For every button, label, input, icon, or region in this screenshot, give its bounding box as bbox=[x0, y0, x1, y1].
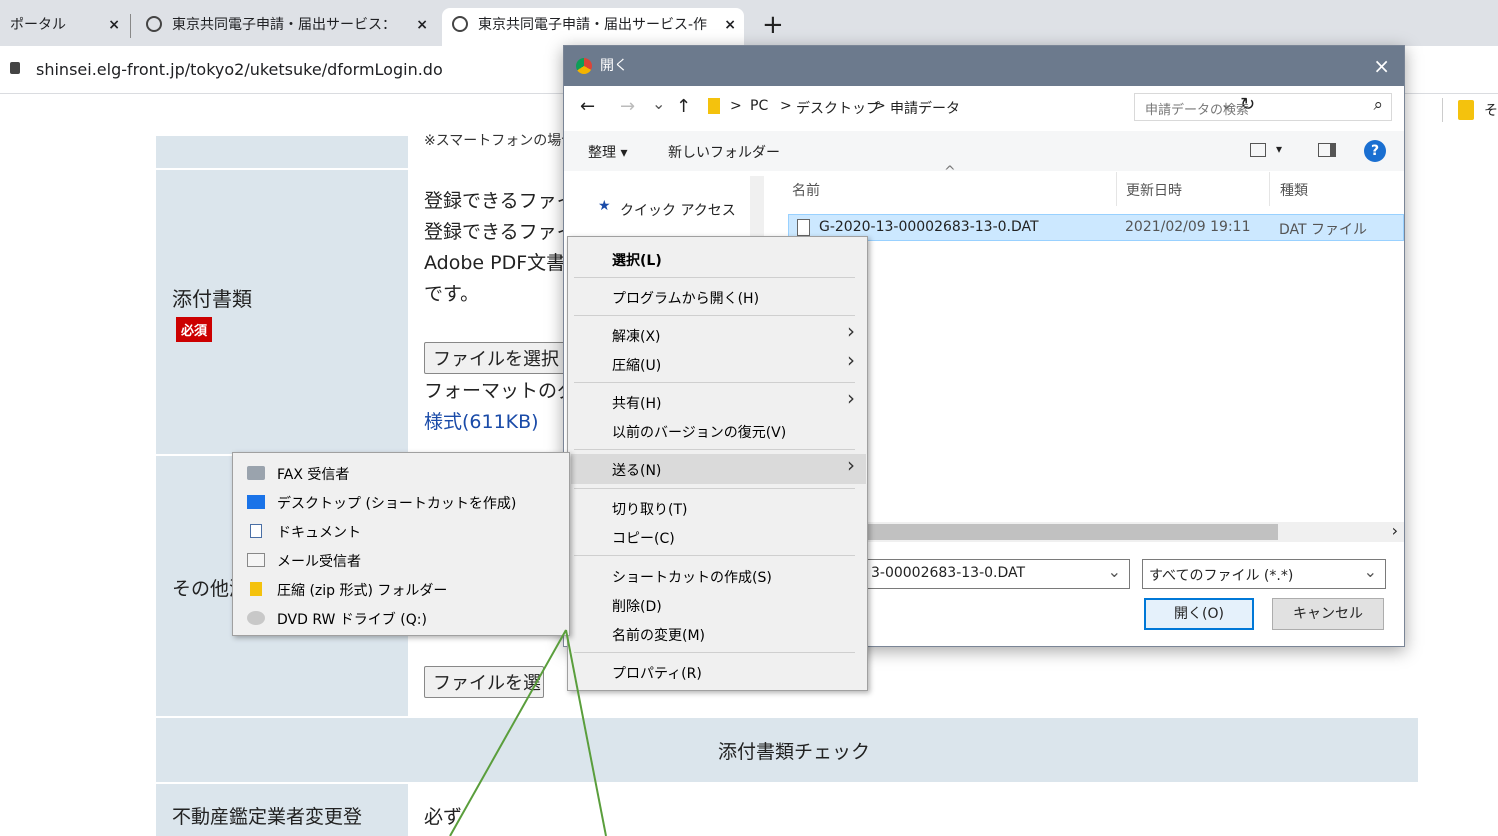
annotation-line bbox=[449, 629, 567, 836]
annotation-line bbox=[565, 629, 607, 836]
annotation-overlay bbox=[449, 629, 607, 836]
